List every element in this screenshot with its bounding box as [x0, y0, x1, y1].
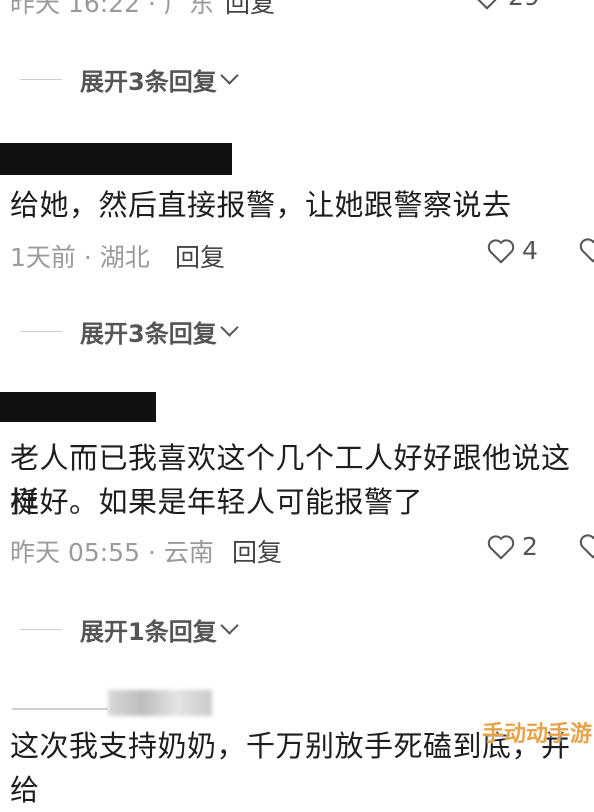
reply-button-top[interactable]: 回复: [225, 0, 275, 20]
like-button-top[interactable]: 29: [472, 0, 540, 11]
expand-replies-button[interactable]: 展开3条回复: [20, 314, 239, 349]
watermark-logo: 手动动手游: [482, 722, 593, 747]
heart-icon: [487, 534, 515, 559]
expand-replies-label: 展开3条回复: [80, 68, 217, 96]
like-button[interactable]: 2: [486, 532, 538, 561]
comment-text: 给她，然后直接报警，让她跟警察说去: [10, 188, 512, 222]
blurred-username: [108, 690, 212, 716]
comment-text-line2: 挺好。如果是年轻人可能报警了: [10, 485, 424, 519]
reply-button[interactable]: 回复: [175, 238, 225, 274]
like-count: 2: [522, 532, 538, 561]
divider: [20, 330, 62, 333]
heart-icon: [477, 0, 497, 9]
expand-replies-label: 展开1条回复: [80, 618, 217, 646]
divider: [20, 78, 62, 81]
chevron-down-icon: [220, 616, 239, 635]
comment-meta-text: 昨天 16:22 · 广东: [10, 0, 214, 18]
chevron-down-icon: [220, 318, 239, 337]
reply-button[interactable]: 回复: [232, 533, 282, 569]
expand-replies-label: 展开3条回复: [80, 320, 217, 348]
chevron-down-icon: [220, 66, 239, 85]
dislike-icon[interactable]: [578, 236, 594, 264]
divider: [20, 628, 62, 631]
redacted-username: [0, 143, 232, 175]
heart-icon: [487, 238, 515, 263]
comment-meta-top: 昨天 16:22 · 广东: [10, 0, 214, 20]
like-button[interactable]: 4: [486, 236, 538, 265]
redacted-username: [0, 392, 156, 422]
like-count: 4: [522, 236, 538, 265]
expand-replies-button[interactable]: 展开1条回复: [20, 612, 239, 647]
comment-meta: 昨天 05:55 · 云南: [10, 538, 214, 567]
like-count: 29: [508, 0, 540, 11]
divider: [12, 708, 108, 710]
expand-replies-button[interactable]: 展开3条回复: [20, 62, 239, 97]
dislike-icon[interactable]: [578, 532, 594, 560]
comment-meta: 1天前 · 湖北: [10, 243, 150, 272]
